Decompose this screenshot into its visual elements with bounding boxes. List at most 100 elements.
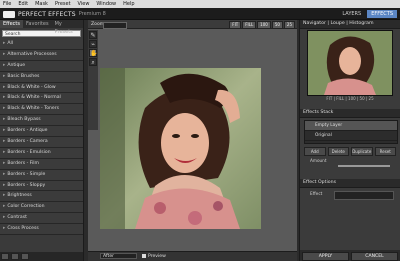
cancel-button[interactable]: CANCEL [351,252,398,261]
effect-label: Black & White - Normal [7,95,61,101]
before-after-select[interactable]: After [100,253,137,259]
effect-label: Borders - Film [7,160,40,166]
list-item[interactable]: ▸ Cross Process [0,224,83,236]
reset-button[interactable]: Reset [374,147,396,156]
view-buttons: FIT FILL 100 50 25 [229,21,295,29]
grid-view-button[interactable] [11,253,19,260]
list-item[interactable]: ▸ Contrast [0,213,83,225]
navigator-image [308,31,392,95]
list-item[interactable]: ▸ Color Correction [0,202,83,214]
title-bar: PERFECT EFFECTS Premium 8 LAYERS EFFECTS [0,8,400,20]
list-item[interactable]: ▸ All [0,39,83,50]
list-item[interactable]: ▸ Brightness [0,191,83,203]
masking-icon[interactable]: ⌁ [89,40,97,48]
tab-my-presets[interactable]: My Presets [52,20,83,35]
zoom-25-button[interactable]: 25 [283,21,295,29]
list-item[interactable]: ▸ Borders - Emulsion [0,147,83,159]
fill-button[interactable]: FILL [242,21,257,29]
zoom-field[interactable] [103,22,127,29]
amount-label: Amount [310,158,327,163]
tab-effects-list[interactable]: Effects [0,20,23,28]
apply-cancel-bar: APPLY CANCEL [300,250,400,261]
hand-icon[interactable]: ✋ [89,49,97,57]
expand-arrow-icon: ▸ [3,95,6,101]
effect-label: Black & White - Toners [7,106,60,112]
effect-options-header[interactable]: Effect Options [300,179,400,188]
effect-label: Basic Brushes [7,73,40,79]
thumb-view-button[interactable] [21,253,29,260]
effect-label: Black & White - Glow [7,84,56,90]
fit-button[interactable]: FIT [229,21,242,29]
menu-help[interactable]: Help [123,0,134,8]
zoom-50-button[interactable]: 50 [271,21,283,29]
tool-palette: ✎ ⌁ ✋ ⌕ [88,30,98,130]
expand-arrow-icon: ▸ [3,84,6,90]
navigator-zoom-levels[interactable]: FIT | FILL | 100 | 50 | 25 [300,96,400,101]
effects-stack-list: Empty Layer Original [304,120,398,144]
list-view-button[interactable] [1,253,9,260]
effect-label: Contrast [7,215,27,221]
effect-label: Alternative Processes [7,51,57,57]
menu-view[interactable]: View [78,0,90,8]
effects-stack-header[interactable]: Effects Stack [300,109,400,118]
navigator-header[interactable]: Navigator | Loupe | Histogram [300,20,400,29]
navigator-thumbnail[interactable] [307,30,393,96]
list-item[interactable]: ▸ Black & White - Toners [0,104,83,116]
expand-arrow-icon: ▸ [3,106,6,112]
list-item[interactable]: ▸ Borders - Simple [0,169,83,181]
stack-row[interactable]: Original [305,131,397,141]
menu-mask[interactable]: Mask [35,0,48,8]
list-item[interactable]: ▸ Antique [0,60,83,72]
app-title: PERFECT EFFECTS [18,10,76,18]
preview-toggle[interactable]: Preview [142,252,166,261]
effect-dropdown[interactable] [334,191,394,200]
expand-arrow-icon: ▸ [3,128,6,134]
apply-button[interactable]: APPLY [302,252,349,261]
effect-label: Borders - Sloppy [7,182,46,188]
browser-toolbar [0,252,83,261]
menu-edit[interactable]: Edit [18,0,28,8]
tab-effects[interactable]: EFFECTS [367,10,397,18]
list-item[interactable]: ▸ Alternative Processes [0,49,83,61]
main-photo[interactable] [100,68,261,229]
tab-layers[interactable]: LAYERS [338,10,365,18]
effect-label: Borders - Antique [7,128,48,134]
amount-slider[interactable] [338,165,390,167]
brush-icon[interactable]: ✎ [89,31,97,39]
effect-label: Brightness [7,193,32,199]
list-item[interactable]: ▸ Basic Brushes [0,71,83,83]
effect-row: Effect [310,191,396,200]
portrait-image [100,68,261,229]
effect-label: Bleach Bypass [7,117,41,123]
list-item[interactable]: ▸ Bleach Bypass [0,115,83,127]
tab-favorites[interactable]: Favorites [23,20,52,28]
expand-arrow-icon: ▸ [3,139,6,145]
app-subtitle: Premium 8 [78,11,106,17]
zoom-icon[interactable]: ⌕ [89,58,97,66]
menu-file[interactable]: File [3,0,11,8]
effect-label: Color Correction [7,204,45,210]
app-logo: PERFECT EFFECTS Premium 8 [3,10,106,18]
list-item[interactable]: ▸ Black & White - Glow [0,82,83,94]
list-item[interactable]: ▸ Borders - Sloppy [0,180,83,192]
list-item[interactable]: ▸ Borders - Camera [0,137,83,148]
delete-button[interactable]: Delete [327,147,349,156]
preview-label: Preview [148,254,166,259]
expand-arrow-icon: ▸ [3,226,6,232]
effect-label: Borders - Camera [7,139,48,145]
expand-arrow-icon: ▸ [3,171,6,177]
menu-window[interactable]: Window [96,0,116,8]
list-item[interactable]: ▸ Black & White - Normal [0,93,83,105]
effect-label: Borders - Simple [7,171,46,177]
stack-row[interactable]: Empty Layer [305,121,397,131]
zoom-100-button[interactable]: 100 [257,21,271,29]
effect-label: Borders - Emulsion [7,149,51,155]
menu-preset[interactable]: Preset [55,0,71,8]
add-button[interactable]: Add [304,147,326,156]
list-item[interactable]: ▸ Borders - Antique [0,126,83,138]
right-panel: Navigator | Loupe | Histogram FIT | FILL… [299,20,400,261]
effects-list: ▸ All ▸ Alternative Processes ▸ Antique ▸ Ba… [0,39,83,252]
list-item[interactable]: ▸ Borders - Film [0,158,83,170]
duplicate-button[interactable]: Duplicate [351,147,373,156]
expand-arrow-icon: ▸ [3,160,6,166]
